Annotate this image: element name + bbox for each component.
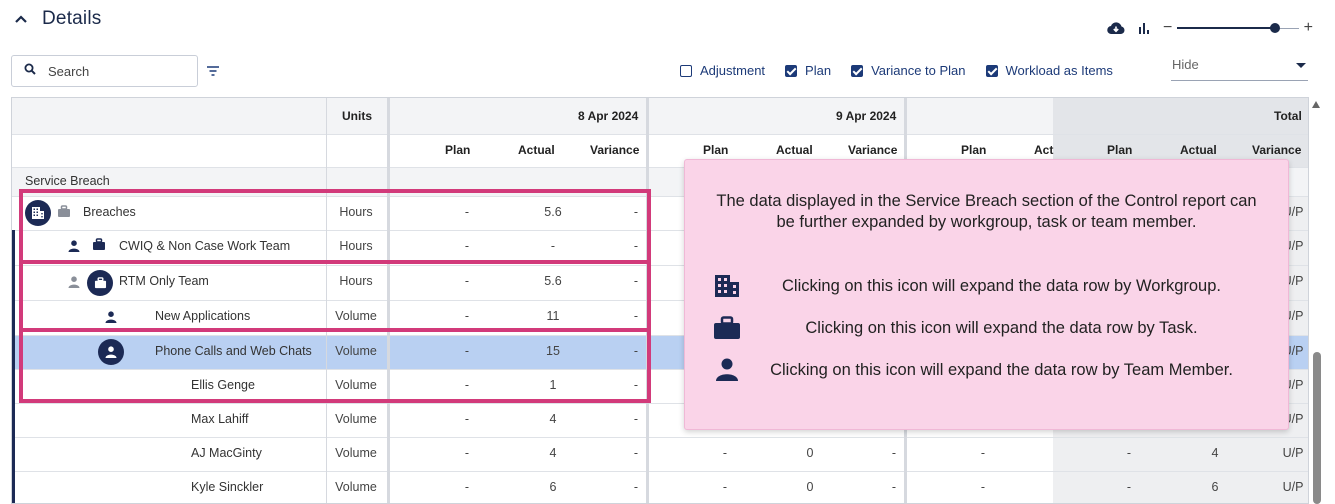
cell-d2-var: - (891, 480, 897, 494)
person-icon (713, 358, 741, 382)
callout-item: Clicking on this icon will expand the da… (713, 358, 1262, 382)
briefcase-icon (713, 316, 741, 340)
checkbox-icon[interactable] (680, 64, 692, 77)
plan-label: Plan (805, 63, 832, 78)
variance-header: Variance (590, 143, 640, 157)
bar-chart-icon[interactable] (1137, 22, 1151, 34)
details-header[interactable]: Details (14, 8, 101, 30)
cell-d1-actual: 4 (549, 412, 557, 426)
plan-header: Plan (1107, 143, 1133, 157)
row-name: Kyle Sinckler (191, 480, 264, 494)
highlight-frame (19, 260, 651, 332)
plan-checkbox[interactable]: Plan (785, 63, 831, 78)
scrollbar-thumb[interactable] (1313, 352, 1321, 504)
checkbox-checked-icon[interactable] (785, 64, 798, 77)
callout-intro: The data displayed in the Service Breach… (716, 192, 1257, 231)
cell-d1-plan: - (464, 480, 470, 494)
cell-d1-var: - (633, 412, 639, 426)
actual-header: Actual (518, 143, 555, 157)
zoom-slider-handle[interactable] (1269, 23, 1280, 33)
cell-d1-actual: 6 (549, 480, 557, 494)
plan-header: Plan (961, 143, 987, 157)
plan-header: Plan (445, 143, 471, 157)
hide-select-value: Hide (1172, 57, 1199, 72)
zoom-in-icon[interactable]: + (1304, 18, 1313, 38)
cell-d1-var: - (633, 446, 639, 460)
callout-item: Clicking on this icon will expand the da… (713, 274, 1262, 298)
date-header: 9 Apr 2024 (836, 109, 897, 123)
search-input[interactable]: Search (11, 55, 198, 87)
cell-d2-actual: 0 (806, 480, 814, 494)
callout-item: Clicking on this icon will expand the da… (713, 316, 1262, 340)
cell-d3-plan: - (980, 480, 986, 494)
search-icon (24, 62, 36, 80)
zoom-slider[interactable]: − + (1163, 18, 1313, 38)
cell-t-plan: - (1126, 446, 1132, 460)
actual-header: Actual (1180, 143, 1217, 157)
actual-header: Actual (776, 143, 813, 157)
hierarchy-bar (12, 230, 15, 503)
callout-text: Clicking on this icon will expand the da… (770, 360, 1233, 379)
cell-d1-var: - (633, 480, 639, 494)
plan-header: Plan (703, 143, 729, 157)
building-icon (713, 274, 741, 298)
zoom-out-icon[interactable]: − (1163, 18, 1172, 38)
variance-to-plan-checkbox[interactable]: Variance to Plan (851, 63, 966, 78)
total-header: Total (1274, 109, 1302, 123)
actual-header-partial: Act (1034, 143, 1054, 157)
cell-d1-actual: 4 (549, 446, 557, 460)
callout-text: Clicking on this icon will expand the da… (782, 276, 1221, 295)
cell-t-var: U/P (1282, 446, 1304, 460)
cell-t-plan: - (1126, 480, 1132, 494)
cell-units: Volume (335, 446, 377, 460)
cell-d2-plan: - (722, 480, 728, 494)
cell-t-actual: 6 (1211, 480, 1219, 494)
adjustment-checkbox[interactable]: Adjustment (680, 63, 765, 78)
dropdown-arrow-icon[interactable] (1296, 63, 1306, 68)
callout-text: Clicking on this icon will expand the da… (805, 318, 1198, 337)
row-name: Max Lahiff (191, 412, 249, 426)
cell-d3-plan: - (980, 446, 986, 460)
display-options: Adjustment Plan Variance to Plan Workloa… (680, 63, 1133, 78)
filter-icon[interactable] (206, 63, 220, 81)
highlight-frame (19, 328, 651, 403)
cell-d1-plan: - (464, 412, 470, 426)
row-name: AJ MacGinty (191, 446, 262, 460)
cell-units: Volume (335, 412, 377, 426)
cell-d1-plan: - (464, 446, 470, 460)
section-label: Service Breach (25, 174, 110, 188)
variance-header: Variance (1252, 143, 1302, 157)
cloud-download-icon[interactable] (1107, 21, 1125, 35)
scroll-up-icon[interactable] (1312, 101, 1320, 108)
chevron-up-icon[interactable] (14, 11, 28, 27)
cell-t-actual: 4 (1211, 446, 1219, 460)
checkbox-checked-icon[interactable] (851, 64, 864, 77)
adjustment-label: Adjustment (700, 63, 766, 78)
hide-select[interactable]: Hide (1171, 53, 1308, 81)
search-placeholder: Search (48, 63, 90, 79)
info-callout: The data displayed in the Service Breach… (684, 159, 1289, 430)
toolbar: − + (1107, 18, 1313, 38)
variance-header: Variance (848, 143, 898, 157)
cell-units: Volume (335, 480, 377, 494)
date-header: 8 Apr 2024 (578, 109, 639, 123)
page-title: Details (42, 8, 102, 29)
workload-as-items-label: Workload as Items (1005, 63, 1113, 78)
checkbox-checked-icon[interactable] (985, 64, 998, 77)
cell-d2-actual: 0 (806, 446, 814, 460)
cell-d2-plan: - (722, 446, 728, 460)
vertical-scrollbar[interactable] (1310, 97, 1324, 504)
variance-to-plan-label: Variance to Plan (871, 63, 966, 78)
cell-t-var: U/P (1282, 480, 1304, 494)
highlight-frame (19, 189, 651, 264)
units-header: Units (342, 109, 372, 123)
workload-as-items-checkbox[interactable]: Workload as Items (985, 63, 1113, 78)
cell-d2-var: - (891, 446, 897, 460)
